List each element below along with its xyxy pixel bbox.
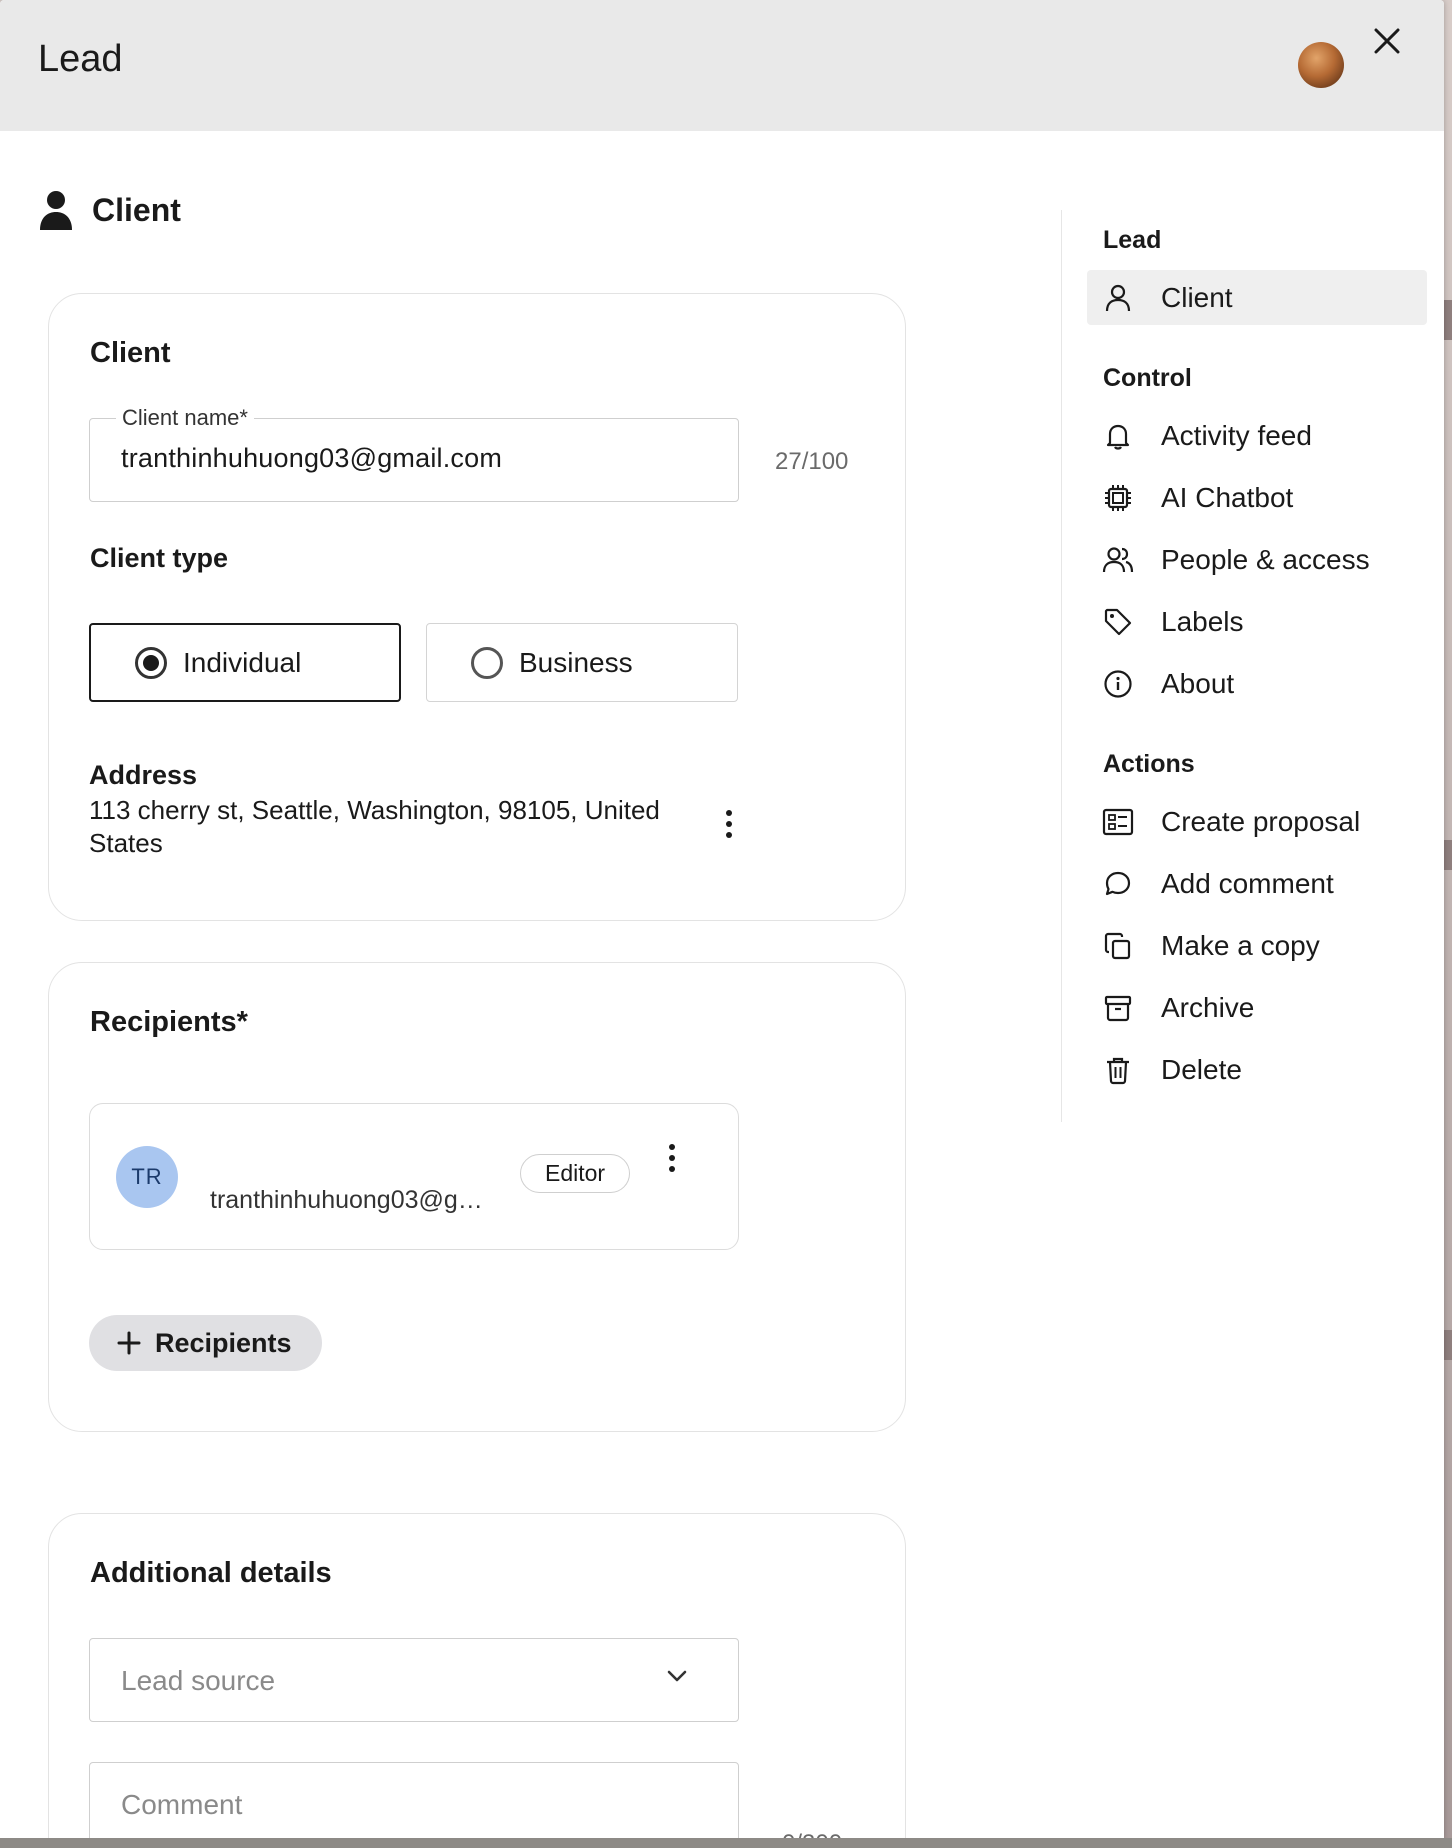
person-icon <box>40 191 72 230</box>
sidebar-item-label: Labels <box>1161 605 1244 637</box>
sidebar-group-actions: Actions <box>1103 750 1195 778</box>
chevron-down-icon <box>667 1670 687 1682</box>
sidebar-item-label: Create proposal <box>1161 805 1361 837</box>
bell-icon <box>1106 424 1130 450</box>
tag-icon <box>1104 608 1132 635</box>
sidebar-divider <box>1061 210 1062 1122</box>
sidebar-item-label: Make a copy <box>1161 929 1320 961</box>
sidebar-item-add-comment[interactable]: Add comment <box>1087 856 1427 911</box>
sidebar-item-label: About <box>1161 667 1235 699</box>
section-heading: Client <box>38 190 181 230</box>
sidebar-group-control: Control <box>1103 364 1192 392</box>
sidebar-group-lead: Lead <box>1103 226 1162 254</box>
radio-individual[interactable]: Individual <box>89 623 401 702</box>
copy-icon <box>1104 932 1131 959</box>
sidebar-item-label: Archive <box>1161 991 1255 1023</box>
address-label: Address <box>89 760 198 790</box>
comment-field[interactable]: Comment <box>89 1762 739 1840</box>
comment-placeholder: Comment <box>121 1789 243 1820</box>
radio-business-label: Business <box>519 646 633 678</box>
chip-icon <box>1105 484 1131 511</box>
client-type-label: Client type <box>90 543 229 573</box>
sidebar-item-make-copy[interactable]: Make a copy <box>1087 918 1427 973</box>
radio-business[interactable]: Business <box>426 623 738 702</box>
sidebar-item-people-access[interactable]: People & access <box>1087 532 1427 587</box>
lead-dialog: Lead Client Client Client name* tranthin… <box>0 0 1444 1840</box>
people-icon <box>1102 546 1134 572</box>
sidebar-item-label: People & access <box>1161 543 1370 575</box>
dialog-title: Lead <box>38 38 123 80</box>
recipient-email: tranthinhuhuong03@g… <box>210 1186 483 1214</box>
client-name-counter: 27/100 <box>775 448 849 475</box>
sidebar-item-about[interactable]: About <box>1087 656 1427 711</box>
close-icon <box>1374 28 1400 54</box>
radio-unselected-indicator <box>471 646 503 679</box>
client-card-title: Client <box>90 337 171 369</box>
recipients-card-title: Recipients* <box>90 1006 248 1038</box>
recipient-more-button[interactable] <box>669 1144 675 1172</box>
dialog-header: Lead <box>0 0 1444 131</box>
address-value: 113 cherry st, Seattle, Washington, 9810… <box>89 795 660 858</box>
plus-icon <box>117 1331 141 1355</box>
sidebar-item-label: AI Chatbot <box>1161 481 1294 513</box>
sidebar-item-client[interactable]: Client <box>1087 270 1427 325</box>
close-button[interactable] <box>1368 22 1406 60</box>
user-avatar[interactable] <box>1298 42 1344 88</box>
client-name-value: tranthinhuhuong03@gmail.com <box>121 443 503 473</box>
add-recipients-button[interactable]: Recipients <box>89 1315 322 1371</box>
sidebar-item-archive[interactable]: Archive <box>1087 980 1427 1035</box>
sidebar-item-label: Add comment <box>1161 867 1334 899</box>
sidebar-item-ai-chatbot[interactable]: AI Chatbot <box>1087 470 1427 525</box>
sidebar-item-label: Delete <box>1161 1053 1242 1085</box>
add-recipients-label: Recipients <box>155 1327 292 1358</box>
archive-icon <box>1104 995 1132 1021</box>
sidebar-item-labels[interactable]: Labels <box>1087 594 1427 649</box>
proposal-icon <box>1102 808 1134 835</box>
person-outline-icon <box>1105 284 1131 311</box>
lead-source-placeholder: Lead source <box>121 1665 276 1696</box>
recipient-avatar: TR <box>116 1146 178 1208</box>
sidebar-item-label: Client <box>1161 281 1233 313</box>
info-icon <box>1104 669 1132 698</box>
additional-details-title: Additional details <box>90 1557 332 1589</box>
sidebar-item-delete[interactable]: Delete <box>1087 1042 1427 1097</box>
section-title: Client <box>92 191 181 228</box>
lead-source-select[interactable]: Lead source <box>89 1638 739 1722</box>
recipient-item[interactable]: TR tranthinhuhuong03@g… Editor <box>89 1103 739 1250</box>
radio-selected-indicator <box>135 646 167 679</box>
window-bottom-edge <box>0 1838 1452 1848</box>
sidebar-item-create-proposal[interactable]: Create proposal <box>1087 794 1427 849</box>
sidebar-item-activity-feed[interactable]: Activity feed <box>1087 408 1427 463</box>
trash-icon <box>1107 1057 1129 1084</box>
sidebar-item-label: Activity feed <box>1161 419 1312 451</box>
client-name-label: Client name* <box>116 405 254 431</box>
comment-icon <box>1105 871 1131 895</box>
client-name-field[interactable]: Client name* tranthinhuhuong03@gmail.com <box>89 405 739 502</box>
radio-individual-label: Individual <box>183 646 302 678</box>
address-more-button[interactable] <box>726 810 732 838</box>
recipient-role-chip[interactable]: Editor <box>520 1154 631 1193</box>
